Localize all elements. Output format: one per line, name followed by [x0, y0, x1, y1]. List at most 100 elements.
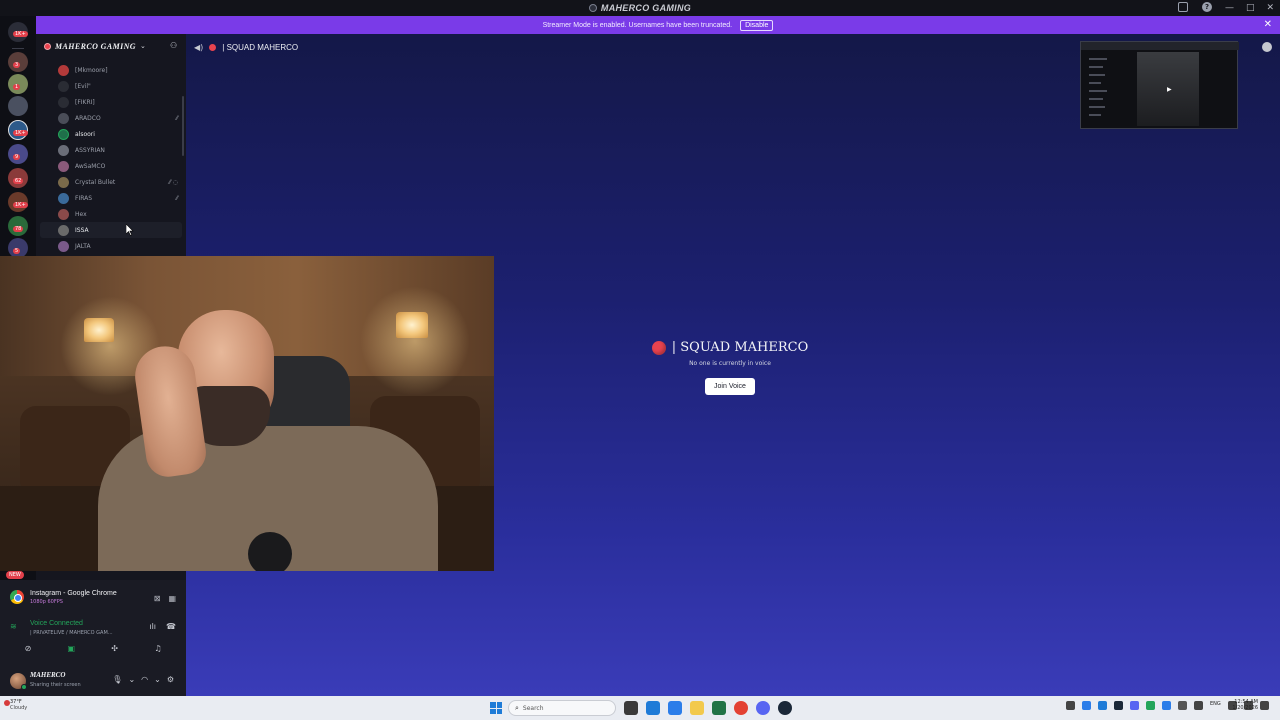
stream-settings-icon[interactable]: ▦: [168, 594, 176, 603]
banner-close-icon[interactable]: ✕: [1264, 19, 1272, 30]
preview-comments: [1205, 52, 1235, 126]
join-voice-button[interactable]: Join Voice: [705, 378, 755, 395]
tray-app-icon[interactable]: [1098, 701, 1107, 710]
member-name: ISSA: [75, 226, 89, 234]
channel-header: ◀) | SQUAD MAHERCO: [194, 40, 298, 54]
settings-gear-icon[interactable]: ⚙: [167, 675, 174, 684]
app-title-text: MAHERCO GAMING: [600, 3, 692, 13]
muted-icon: ⁄⁄: [175, 194, 178, 202]
windows-start-icon[interactable]: [490, 702, 502, 714]
stream-quality: 1080p 60FPS: [30, 599, 63, 605]
empty-voice-card: | SQUAD MAHERCO No one is currently in v…: [630, 340, 830, 395]
tray-app-icon[interactable]: [1146, 701, 1155, 710]
show-hidden-icon[interactable]: [1194, 701, 1203, 710]
server-status-icon: [44, 42, 51, 50]
new-badge: NEW: [6, 571, 24, 579]
camera-icon[interactable]: ⊘: [10, 642, 46, 656]
edge-icon[interactable]: [668, 701, 682, 715]
tray-app-icon[interactable]: [1082, 701, 1091, 710]
server-icon[interactable]: [8, 96, 28, 116]
voice-status[interactable]: Voice Connected: [30, 620, 83, 627]
store-icon[interactable]: [646, 701, 660, 715]
microphone-icon[interactable]: 🎙: [112, 675, 122, 684]
server-logo-icon: [588, 4, 597, 12]
tray-app-icon[interactable]: [1114, 701, 1123, 710]
member-item-hovered[interactable]: ISSA: [40, 222, 182, 238]
excel-icon[interactable]: [712, 701, 726, 715]
screen-share-icon[interactable]: ▣: [53, 642, 89, 656]
member-item[interactable]: alsoori: [36, 126, 186, 142]
member-name: Hex: [75, 210, 87, 218]
stop-stream-icon[interactable]: ⊠: [154, 594, 161, 603]
server-header[interactable]: MAHERCO GAMING ⌄: [36, 34, 186, 58]
member-item[interactable]: Crystal Bullet ⁄⁄ ◌: [36, 174, 186, 190]
member-avatar: [58, 208, 69, 220]
stream-title: Instagram - Google Chrome: [30, 590, 117, 597]
language-indicator[interactable]: ENG: [1210, 701, 1221, 710]
file-explorer-icon[interactable]: [690, 701, 704, 715]
close-window-button[interactable]: ✕: [1266, 3, 1274, 13]
weather-widget[interactable]: 37°F Cloudy: [4, 699, 27, 711]
member-item[interactable]: [Mkmoore]: [36, 62, 186, 78]
chrome-taskbar-icon[interactable]: [734, 701, 748, 715]
sidebar-scrollbar[interactable]: [182, 96, 184, 156]
stream-info[interactable]: Instagram - Google Chrome 1080p 60FPS: [10, 590, 117, 605]
taskbar: 37°F Cloudy ⌕ Search ENG 12:54 AM 1/20/2…: [0, 696, 1280, 720]
member-item[interactable]: JALTA: [36, 238, 186, 254]
user-name[interactable]: MAHERCO: [30, 671, 65, 679]
member-item[interactable]: FIRAS ⁄⁄: [36, 190, 186, 206]
member-item[interactable]: [FIKRI]: [36, 94, 186, 110]
chevron-down-icon[interactable]: ⌄: [154, 675, 161, 684]
taskbar-search[interactable]: ⌕ Search: [508, 700, 616, 716]
member-avatar: [58, 96, 69, 108]
pinned-apps: [624, 701, 792, 715]
help-icon[interactable]: ?: [1202, 2, 1212, 12]
member-name: alsoori: [75, 130, 95, 138]
chat-icon[interactable]: [1262, 42, 1272, 52]
user-controls: 🎙 ⌄ ◠ ⌄ ⚙: [112, 675, 174, 684]
soundboard-icon[interactable]: ♫: [140, 642, 176, 656]
member-item[interactable]: ASSYRIAN: [36, 142, 186, 158]
member-avatar: [58, 112, 69, 124]
headphones-icon[interactable]: ◠: [141, 675, 148, 684]
server-badge: 78: [13, 226, 24, 232]
minimize-button[interactable]: —: [1225, 3, 1234, 13]
mouse-cursor-icon: [126, 224, 134, 236]
preview-line: [1089, 82, 1101, 84]
discord-taskbar-icon[interactable]: [756, 701, 770, 715]
tray-app-icon[interactable]: [1066, 701, 1075, 710]
chrome-icon: [10, 590, 24, 604]
channel-dot-icon: [209, 43, 217, 51]
clock[interactable]: 12:54 AM 1/20/2026: [1232, 699, 1258, 711]
member-name: [FIKRI]: [75, 98, 95, 106]
microphone-tray-icon[interactable]: [1178, 701, 1187, 710]
disconnect-icon[interactable]: ☎: [166, 622, 176, 631]
invite-people-icon[interactable]: ⚇: [170, 41, 180, 51]
lamp-glow: [360, 286, 470, 396]
inbox-icon[interactable]: [1178, 2, 1188, 12]
member-item[interactable]: AwSaMCO: [36, 158, 186, 174]
preview-sidebar: [1083, 52, 1131, 126]
maximize-button[interactable]: □: [1246, 3, 1255, 13]
battery-icon[interactable]: [1259, 701, 1269, 710]
search-placeholder: Search: [522, 704, 544, 712]
banner-message: Streamer Mode is enabled. Usernames have…: [542, 21, 733, 29]
disable-streamer-mode-button[interactable]: Disable: [740, 19, 774, 31]
member-item[interactable]: [Evil": [36, 78, 186, 94]
voice-channel[interactable]: | PRIVATELIVE / MAHERCO GAM...: [30, 630, 113, 636]
tray-app-icon[interactable]: [1162, 701, 1171, 710]
speaker-icon: ◀): [194, 42, 204, 52]
activities-icon[interactable]: ✣: [97, 642, 133, 656]
noise-suppression-icon[interactable]: ılı: [149, 622, 156, 631]
member-item[interactable]: ARADCO ⁄⁄: [36, 110, 186, 126]
member-item[interactable]: Hex: [36, 206, 186, 222]
voice-members-list: [Mkmoore] [Evil" [FIKRI] ARADCO ⁄⁄ alsoo…: [36, 62, 186, 254]
tray-app-icon[interactable]: [1130, 701, 1139, 710]
lamp-right: [396, 312, 428, 338]
screen-share-preview[interactable]: ▶: [1080, 41, 1239, 129]
steam-icon[interactable]: [778, 701, 792, 715]
chevron-down-icon[interactable]: ⌄: [128, 675, 135, 684]
task-view-icon[interactable]: [624, 701, 638, 715]
server-badge: 1: [13, 84, 21, 90]
channel-dot-icon: [651, 340, 666, 355]
